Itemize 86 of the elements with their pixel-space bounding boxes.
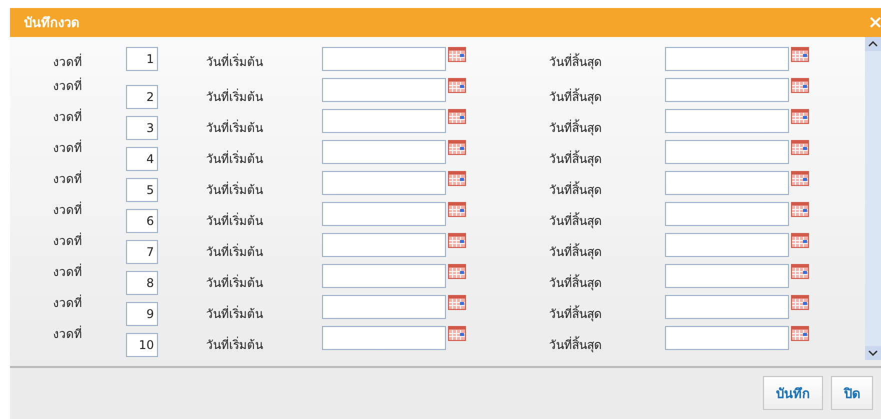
calendar-icon[interactable] — [448, 294, 466, 310]
field-label: งวดที่ — [52, 108, 82, 126]
dialog-title: บันทึกงวด — [24, 15, 79, 33]
calendar-icon[interactable] — [791, 108, 809, 124]
date-field[interactable] — [322, 326, 446, 350]
date-field[interactable] — [665, 47, 789, 71]
date-field[interactable] — [665, 140, 789, 164]
field-label: วันที่เริ่มต้น — [206, 88, 264, 106]
field-label: วันที่เริ่มต้น — [206, 118, 264, 137]
field-label: วันที่เริ่มต้น — [206, 304, 264, 323]
date-field[interactable] — [665, 109, 789, 133]
date-field[interactable] — [322, 47, 446, 71]
close-button[interactable]: ปิด — [831, 376, 873, 410]
date-field[interactable] — [665, 233, 789, 257]
calendar-icon[interactable] — [448, 77, 466, 93]
date-field[interactable] — [322, 171, 446, 195]
date-field[interactable] — [665, 171, 789, 195]
field-label: วันที่เริ่มต้น — [206, 242, 264, 261]
calendar-icon[interactable] — [791, 201, 809, 217]
calendar-icon[interactable] — [791, 325, 809, 341]
date-field[interactable] — [665, 326, 789, 350]
calendar-icon[interactable] — [791, 46, 809, 62]
date-field[interactable] — [665, 202, 789, 226]
calendar-icon[interactable] — [448, 46, 466, 62]
scrollbar[interactable] — [865, 37, 881, 360]
field-label: วันที่สิ้นสุด — [549, 335, 603, 354]
calendar-icon[interactable] — [448, 232, 466, 248]
date-field[interactable] — [322, 295, 446, 319]
calendar-icon[interactable] — [448, 325, 466, 341]
field-label: วันที่เริ่มต้น — [206, 336, 264, 354]
scroll-down-icon[interactable] — [865, 346, 881, 360]
date-field[interactable] — [322, 233, 446, 257]
date-field[interactable] — [665, 264, 789, 288]
calendar-icon[interactable] — [791, 232, 809, 248]
calendar-icon[interactable] — [791, 170, 809, 186]
field-label: งวดที่ — [52, 200, 82, 219]
scroll-up-icon[interactable] — [865, 37, 881, 51]
field-label: งวดที่ — [52, 294, 82, 312]
number-field[interactable]: 3 — [126, 116, 158, 140]
date-field[interactable] — [665, 78, 789, 102]
field-label: งวดที่ — [52, 324, 82, 343]
field-label: วันที่เริ่มต้น — [206, 212, 264, 230]
save-button[interactable]: บันทึก — [763, 376, 823, 410]
date-field[interactable] — [322, 78, 446, 102]
field-label: วันที่สิ้นสุด — [549, 273, 603, 292]
field-label: งวดที่ — [52, 262, 82, 281]
calendar-icon[interactable] — [791, 77, 809, 93]
calendar-icon[interactable] — [448, 170, 466, 186]
number-field[interactable]: 10 — [126, 333, 158, 357]
number-field[interactable]: 2 — [126, 85, 158, 109]
field-label: วันที่เริ่มต้น — [206, 52, 264, 71]
field-label: วันที่สิ้นสุด — [549, 304, 603, 323]
calendar-icon[interactable] — [791, 263, 809, 279]
date-field[interactable] — [322, 202, 446, 226]
number-field[interactable]: 6 — [126, 209, 158, 233]
number-field[interactable]: 4 — [126, 147, 158, 171]
field-label: วันที่สิ้นสุด — [549, 87, 603, 106]
field-label: งวดที่ — [52, 138, 82, 157]
field-label: งวดที่ — [52, 232, 82, 250]
date-field[interactable] — [322, 109, 446, 133]
calendar-icon[interactable] — [448, 263, 466, 279]
field-label: วันที่เริ่มต้น — [206, 180, 264, 199]
field-label: งวดที่ — [52, 76, 82, 95]
number-field[interactable]: 5 — [126, 178, 158, 202]
field-label: วันที่สิ้นสุด — [549, 180, 603, 199]
field-label: วันที่เริ่มต้น — [206, 150, 264, 168]
number-field[interactable]: 8 — [126, 271, 158, 295]
field-label: งวดที่ — [52, 170, 82, 188]
field-label: งวดที่ — [52, 52, 82, 71]
field-label: วันที่สิ้นสุด — [549, 52, 603, 71]
calendar-icon[interactable] — [448, 201, 466, 217]
field-label: วันที่สิ้นสุด — [549, 242, 603, 261]
field-label: วันที่สิ้นสุด — [549, 149, 603, 168]
date-field[interactable] — [322, 140, 446, 164]
field-label: วันที่สิ้นสุด — [549, 211, 603, 230]
field-label: วันที่เริ่มต้น — [206, 274, 264, 292]
calendar-icon[interactable] — [448, 108, 466, 124]
calendar-icon[interactable] — [791, 139, 809, 155]
calendar-icon[interactable] — [448, 139, 466, 155]
number-field[interactable]: 9 — [126, 302, 158, 326]
date-field[interactable] — [322, 264, 446, 288]
field-label: วันที่สิ้นสุด — [549, 118, 603, 137]
number-field[interactable]: 7 — [126, 240, 158, 264]
calendar-icon[interactable] — [791, 294, 809, 310]
number-field[interactable]: 1 — [126, 47, 158, 71]
date-field[interactable] — [665, 295, 789, 319]
